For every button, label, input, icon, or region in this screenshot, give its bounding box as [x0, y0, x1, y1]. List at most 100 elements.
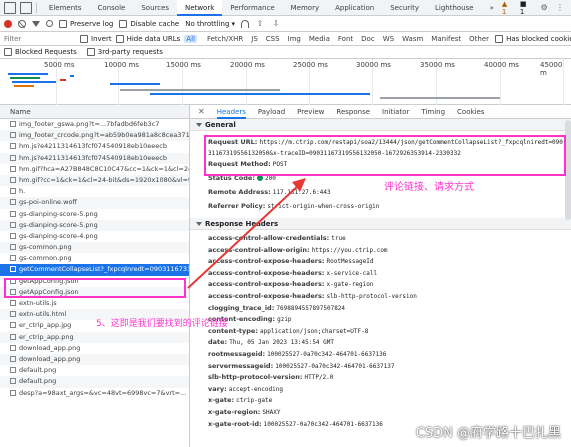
request-row[interactable]: hm.js?e4211314613fcf074540918eb10eeecb	[0, 141, 189, 152]
type-filter-fetch-xhr[interactable]: Fetch/XHR	[205, 35, 245, 43]
type-filter-doc[interactable]: Doc	[359, 35, 377, 43]
tab-sources[interactable]: Sources	[133, 0, 177, 16]
throttling-value: No throttling	[185, 19, 230, 28]
timeline-overview[interactable]: 5000 ms 10000 ms 15000 ms 20000 ms 25000…	[0, 59, 571, 105]
import-har-icon[interactable]: ⇧	[255, 19, 265, 29]
tab-initiator[interactable]: Initiator	[382, 108, 409, 116]
third-party-checkbox[interactable]: 3rd-party requests	[86, 48, 163, 56]
tab-payload[interactable]: Payload	[258, 108, 285, 116]
tab-preview[interactable]: Preview	[297, 108, 324, 116]
type-filter-manifest[interactable]: Manifest	[429, 35, 463, 43]
request-row[interactable]: default.png	[0, 365, 189, 376]
type-filter-wasm[interactable]: Wasm	[400, 35, 425, 43]
divider	[35, 2, 37, 13]
timeline-bar	[150, 93, 370, 95]
clear-button[interactable]	[18, 19, 26, 28]
request-row[interactable]: img_footer_crcode.png?t=ab59b0ea981a8c8c…	[0, 130, 189, 142]
tab-memory[interactable]: Memory	[283, 0, 327, 16]
request-row[interactable]: extn-utils.js	[0, 298, 189, 309]
issues-badge[interactable]: ■ 1	[520, 0, 533, 16]
request-row[interactable]: hm.gif?cc=1&ck=1&cl=24-bit&ds=1920x1080&…	[0, 174, 189, 187]
disable-cache-checkbox[interactable]: Disable cache	[119, 19, 179, 28]
tab-console[interactable]: Console	[90, 0, 134, 16]
invert-checkbox[interactable]: Invert	[80, 34, 112, 43]
request-row[interactable]: getCommentCollapseList?_fxpcqlnredt=0903…	[0, 264, 189, 276]
request-row[interactable]: hm.js?e4211314613fcf074540918eb10eeecb	[0, 152, 189, 164]
header-value: accept-encoding	[228, 385, 283, 393]
request-row[interactable]: gs-dianping-score-4.png	[0, 231, 189, 242]
timeline-bar	[380, 97, 500, 99]
response-headers-section-header[interactable]: Response Headers	[190, 218, 571, 230]
hide-data-urls-checkbox[interactable]: Hide data URLs	[115, 34, 180, 43]
file-type-icon	[10, 266, 16, 273]
tab-security[interactable]: Security	[382, 0, 427, 16]
filter-input[interactable]	[4, 33, 76, 44]
tab-headers[interactable]: Headers	[216, 105, 246, 119]
tab-lighthouse[interactable]: Lighthouse	[427, 0, 482, 16]
tab-network[interactable]: Network	[177, 0, 223, 16]
tab-application[interactable]: Application	[327, 0, 382, 16]
export-har-icon[interactable]: ⇩	[271, 19, 281, 29]
throttling-select[interactable]: No throttling ▾	[185, 20, 235, 28]
request-row[interactable]: hm.gif?hca=A27B848C8C10C47&cc=1&ck=1&cl=…	[0, 164, 189, 175]
tick-label: 40000 ms	[484, 61, 519, 69]
general-section-header[interactable]: General	[190, 119, 571, 131]
tick-label: 20000 ms	[230, 61, 265, 69]
request-row[interactable]: gs-poi-online.woff	[0, 197, 189, 209]
request-row[interactable]: default.png	[0, 376, 189, 388]
tick-label: 45000 m	[540, 61, 563, 77]
preserve-log-checkbox[interactable]: Preserve log	[59, 19, 113, 28]
timeline-bar	[14, 85, 34, 87]
request-row[interactable]: download_app.png	[0, 343, 189, 354]
issues-count: 1	[519, 7, 525, 16]
checkbox-box	[80, 34, 88, 43]
request-row[interactable]: gs-dianping-score-5.png	[0, 209, 189, 220]
more-tabs-button[interactable]: »	[482, 0, 502, 16]
settings-gear-icon[interactable]: ⚙	[539, 3, 549, 13]
request-row[interactable]: desp?a=98axt_args=&vc=48vt=6998vc=7&vrt=…	[0, 388, 189, 399]
request-name: gs-common.png	[19, 254, 72, 263]
response-header-row: access-control-expose-headers: slb-http-…	[190, 291, 571, 303]
tab-response[interactable]: Response	[336, 108, 370, 116]
type-filter-media[interactable]: Media	[307, 35, 332, 43]
request-row[interactable]: gs-dianping-score-5.png	[0, 219, 189, 231]
tab-cookies[interactable]: Cookies	[457, 108, 484, 116]
more-options-icon[interactable]: ⋮	[555, 3, 565, 13]
timeline-bar	[10, 77, 40, 79]
tab-timing[interactable]: Timing	[421, 108, 445, 116]
request-row[interactable]: img_footer_gswa.png?t=...7bfadbd6feb3c7	[0, 119, 189, 130]
request-row[interactable]: h.	[0, 186, 189, 197]
close-detail-icon[interactable]: ✕	[198, 107, 205, 116]
header-key: clogging_trace_id:	[208, 303, 275, 312]
device-toolbar-icon[interactable]	[19, 1, 32, 14]
request-row[interactable]: gs-common.png	[0, 242, 189, 254]
tab-elements[interactable]: Elements	[41, 0, 90, 16]
tab-performance[interactable]: Performance	[222, 0, 282, 16]
network-toolbar: Preserve log Disable cache No throttling…	[0, 16, 571, 32]
filter-toggle-icon[interactable]	[32, 20, 40, 27]
type-filter-all[interactable]: All	[184, 34, 197, 43]
filter-bar: Invert Hide data URLs All Fetch/XHR JS C…	[0, 32, 571, 46]
inspect-element-icon[interactable]	[4, 1, 16, 14]
type-filter-font[interactable]: Font	[336, 35, 355, 43]
column-header-name[interactable]: Name	[0, 105, 189, 119]
type-filter-ws[interactable]: WS	[381, 35, 396, 43]
header-key: x-gate-root-id:	[208, 419, 262, 428]
warnings-badge[interactable]: ▲ 1	[502, 0, 514, 16]
network-conditions-icon[interactable]	[240, 19, 249, 28]
request-row[interactable]: gs-common.png	[0, 253, 189, 264]
type-filter-img[interactable]: Img	[286, 35, 303, 43]
blocked-requests-checkbox[interactable]: Blocked Requests	[4, 48, 77, 56]
type-filter-other[interactable]: Other	[467, 35, 491, 43]
request-row[interactable]: er_ctrip_app.png	[0, 331, 189, 343]
record-button[interactable]	[4, 19, 12, 28]
search-icon[interactable]	[46, 20, 53, 27]
request-row[interactable]: download_app.png	[0, 353, 189, 366]
timeline-bar	[8, 73, 48, 75]
type-filter-js[interactable]: JS	[249, 35, 260, 43]
blocked-cookies-checkbox[interactable]: Has blocked cookies	[495, 34, 571, 43]
header-value: 7698894557897507824	[276, 304, 346, 312]
type-filter-css[interactable]: CSS	[264, 35, 282, 43]
blocked-cookies-label: Has blocked cookies	[506, 34, 571, 43]
row-highlight-box	[4, 278, 186, 298]
